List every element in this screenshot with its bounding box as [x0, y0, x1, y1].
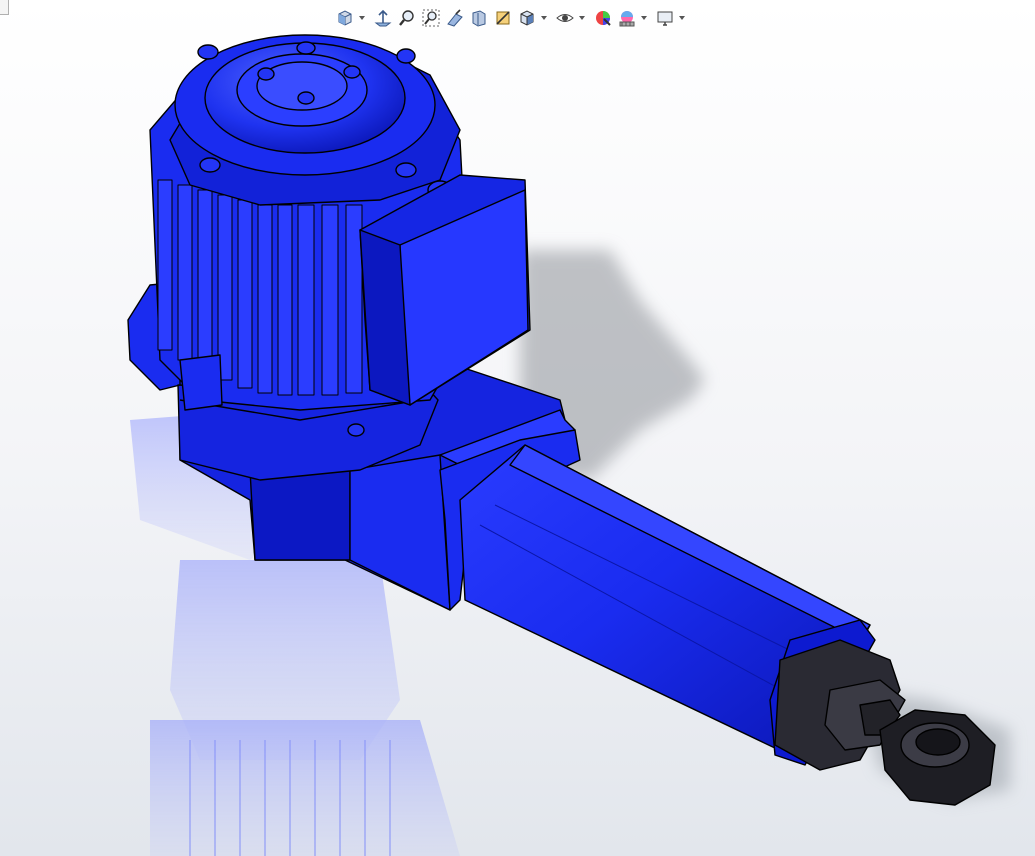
display-style-icon[interactable] — [516, 6, 538, 30]
dynamic-annotation-icon[interactable] — [468, 6, 490, 30]
view-cube-icon[interactable] — [334, 6, 356, 30]
view-selector-icon[interactable] — [492, 6, 514, 30]
section-view-icon[interactable] — [444, 6, 466, 30]
chevron-down-icon[interactable] — [358, 6, 366, 30]
model-render[interactable] — [0, 0, 1035, 856]
zoom-to-fit-icon[interactable] — [396, 6, 418, 30]
chevron-down-icon[interactable] — [678, 6, 686, 30]
chevron-down-icon[interactable] — [640, 6, 648, 30]
eye-icon[interactable] — [554, 6, 576, 30]
zoom-to-area-icon[interactable] — [420, 6, 442, 30]
appearance-icon[interactable] — [592, 6, 614, 30]
previous-view-icon[interactable] — [372, 6, 394, 30]
graphics-viewport[interactable] — [0, 0, 1035, 856]
panel-collapse-tab[interactable] — [0, 0, 9, 15]
chevron-down-icon[interactable] — [578, 6, 586, 30]
heads-up-view-toolbar — [334, 4, 690, 32]
chevron-down-icon[interactable] — [540, 6, 548, 30]
scene-icon[interactable] — [616, 6, 638, 30]
monitor-icon[interactable] — [654, 6, 676, 30]
